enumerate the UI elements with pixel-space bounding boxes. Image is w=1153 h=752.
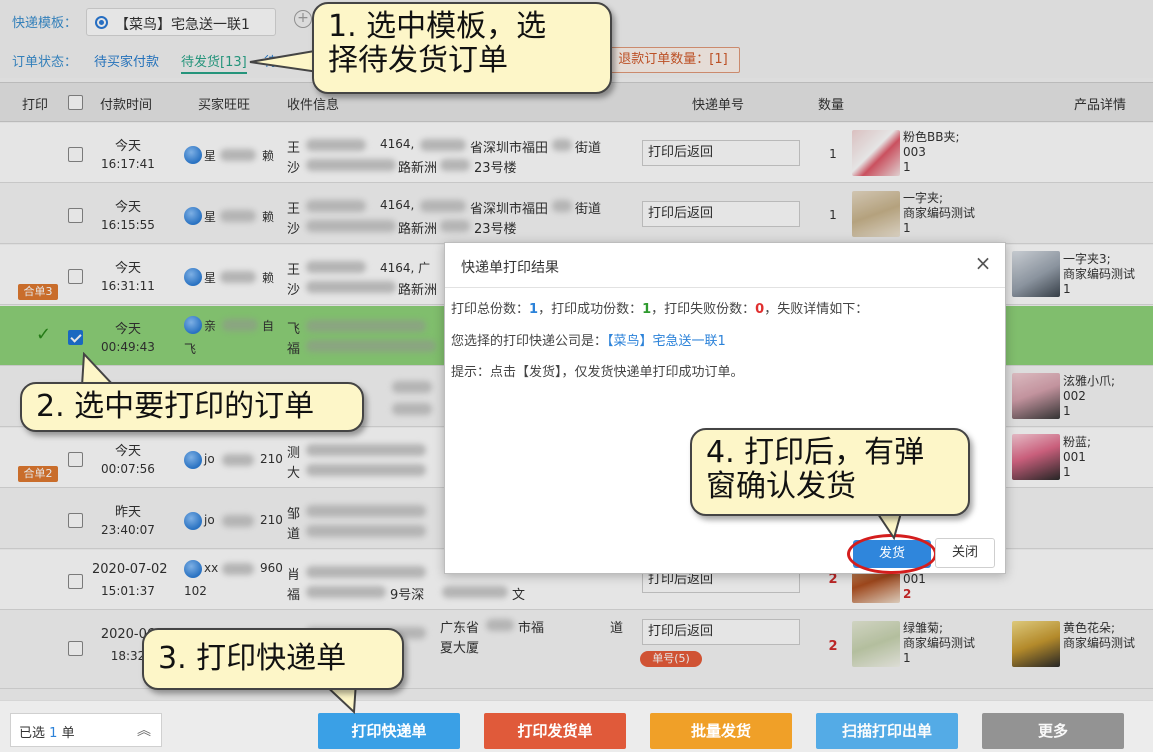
- callout-step-1-line-1: 1. 选中模板，选: [328, 9, 547, 44]
- print-express-button[interactable]: 打印快递单: [318, 713, 460, 749]
- callout-step-3-text: 3. 打印快递单: [158, 641, 347, 676]
- close-icon[interactable]: ×: [971, 251, 995, 275]
- callout-step-4: 4. 打印后，有弹 窗确认发货: [690, 428, 970, 516]
- callout-step-1: 1. 选中模板，选 择待发货订单: [312, 2, 612, 94]
- summary-total-label: 打印总份数：: [451, 302, 530, 317]
- summary-fail-label: ，打印失败份数：: [651, 302, 756, 317]
- batch-ship-button[interactable]: 批量发货: [650, 713, 792, 749]
- callout-step-3: 3. 打印快递单: [142, 628, 404, 690]
- summary-fail-count: 0: [755, 302, 765, 317]
- print-result-dialog: 快递单打印结果 × 打印总份数：1，打印成功份数：1，打印失败份数：0，失败详情…: [444, 242, 1006, 574]
- print-hint: 提示：点击【发货】，仅发货快递单打印成功订单。: [451, 365, 744, 380]
- selected-summary: 已选 1 单: [19, 722, 75, 741]
- selected-label: 已选: [19, 726, 46, 741]
- callout-step-1-line-2: 择待发货订单: [328, 43, 508, 78]
- close-button[interactable]: 关闭: [935, 538, 995, 568]
- summary-success-label: ，打印成功份数：: [538, 302, 643, 317]
- company-name[interactable]: 【菜鸟】宅急送一联1: [607, 334, 726, 349]
- company-label: 您选择的打印快递公司是：: [451, 334, 608, 349]
- page: 快递模板： 【菜鸟】宅急送一联1 + 订单状态： 待买家付款 待发货[13] 待…: [0, 0, 1153, 752]
- bottom-action-bar: 已选 1 单 ︽ 打印快递单 打印发货单 批量发货 扫描打印出单 更多: [0, 700, 1153, 752]
- callout-step-2-text: 2. 选中要打印的订单: [36, 389, 315, 424]
- selected-count-box[interactable]: 已选 1 单 ︽: [10, 713, 162, 747]
- scan-print-button[interactable]: 扫描打印出单: [816, 713, 958, 749]
- print-summary: 打印总份数：1，打印成功份数：1，打印失败份数：0，失败详情如下：: [451, 298, 868, 317]
- callout-step-4-line-2: 窗确认发货: [706, 469, 856, 504]
- callout-step-4-line-1: 4. 打印后，有弹: [706, 435, 925, 470]
- chevron-up-icon[interactable]: ︽: [137, 720, 151, 740]
- more-button[interactable]: 更多: [982, 713, 1124, 749]
- print-delivery-button[interactable]: 打印发货单: [484, 713, 626, 749]
- selected-count: 1: [49, 726, 58, 741]
- selected-unit: 单: [61, 726, 75, 741]
- callout-step-2: 2. 选中要打印的订单: [20, 382, 364, 432]
- dialog-title: 快递单打印结果: [461, 260, 559, 276]
- summary-success-count: 1: [642, 302, 652, 317]
- print-company: 您选择的打印快递公司是：【菜鸟】宅急送一联1: [451, 330, 726, 349]
- dialog-divider: [445, 287, 1005, 288]
- summary-total-count: 1: [529, 302, 539, 317]
- highlight-ring: [847, 534, 937, 574]
- summary-fail-detail: ，失败详情如下：: [764, 302, 869, 317]
